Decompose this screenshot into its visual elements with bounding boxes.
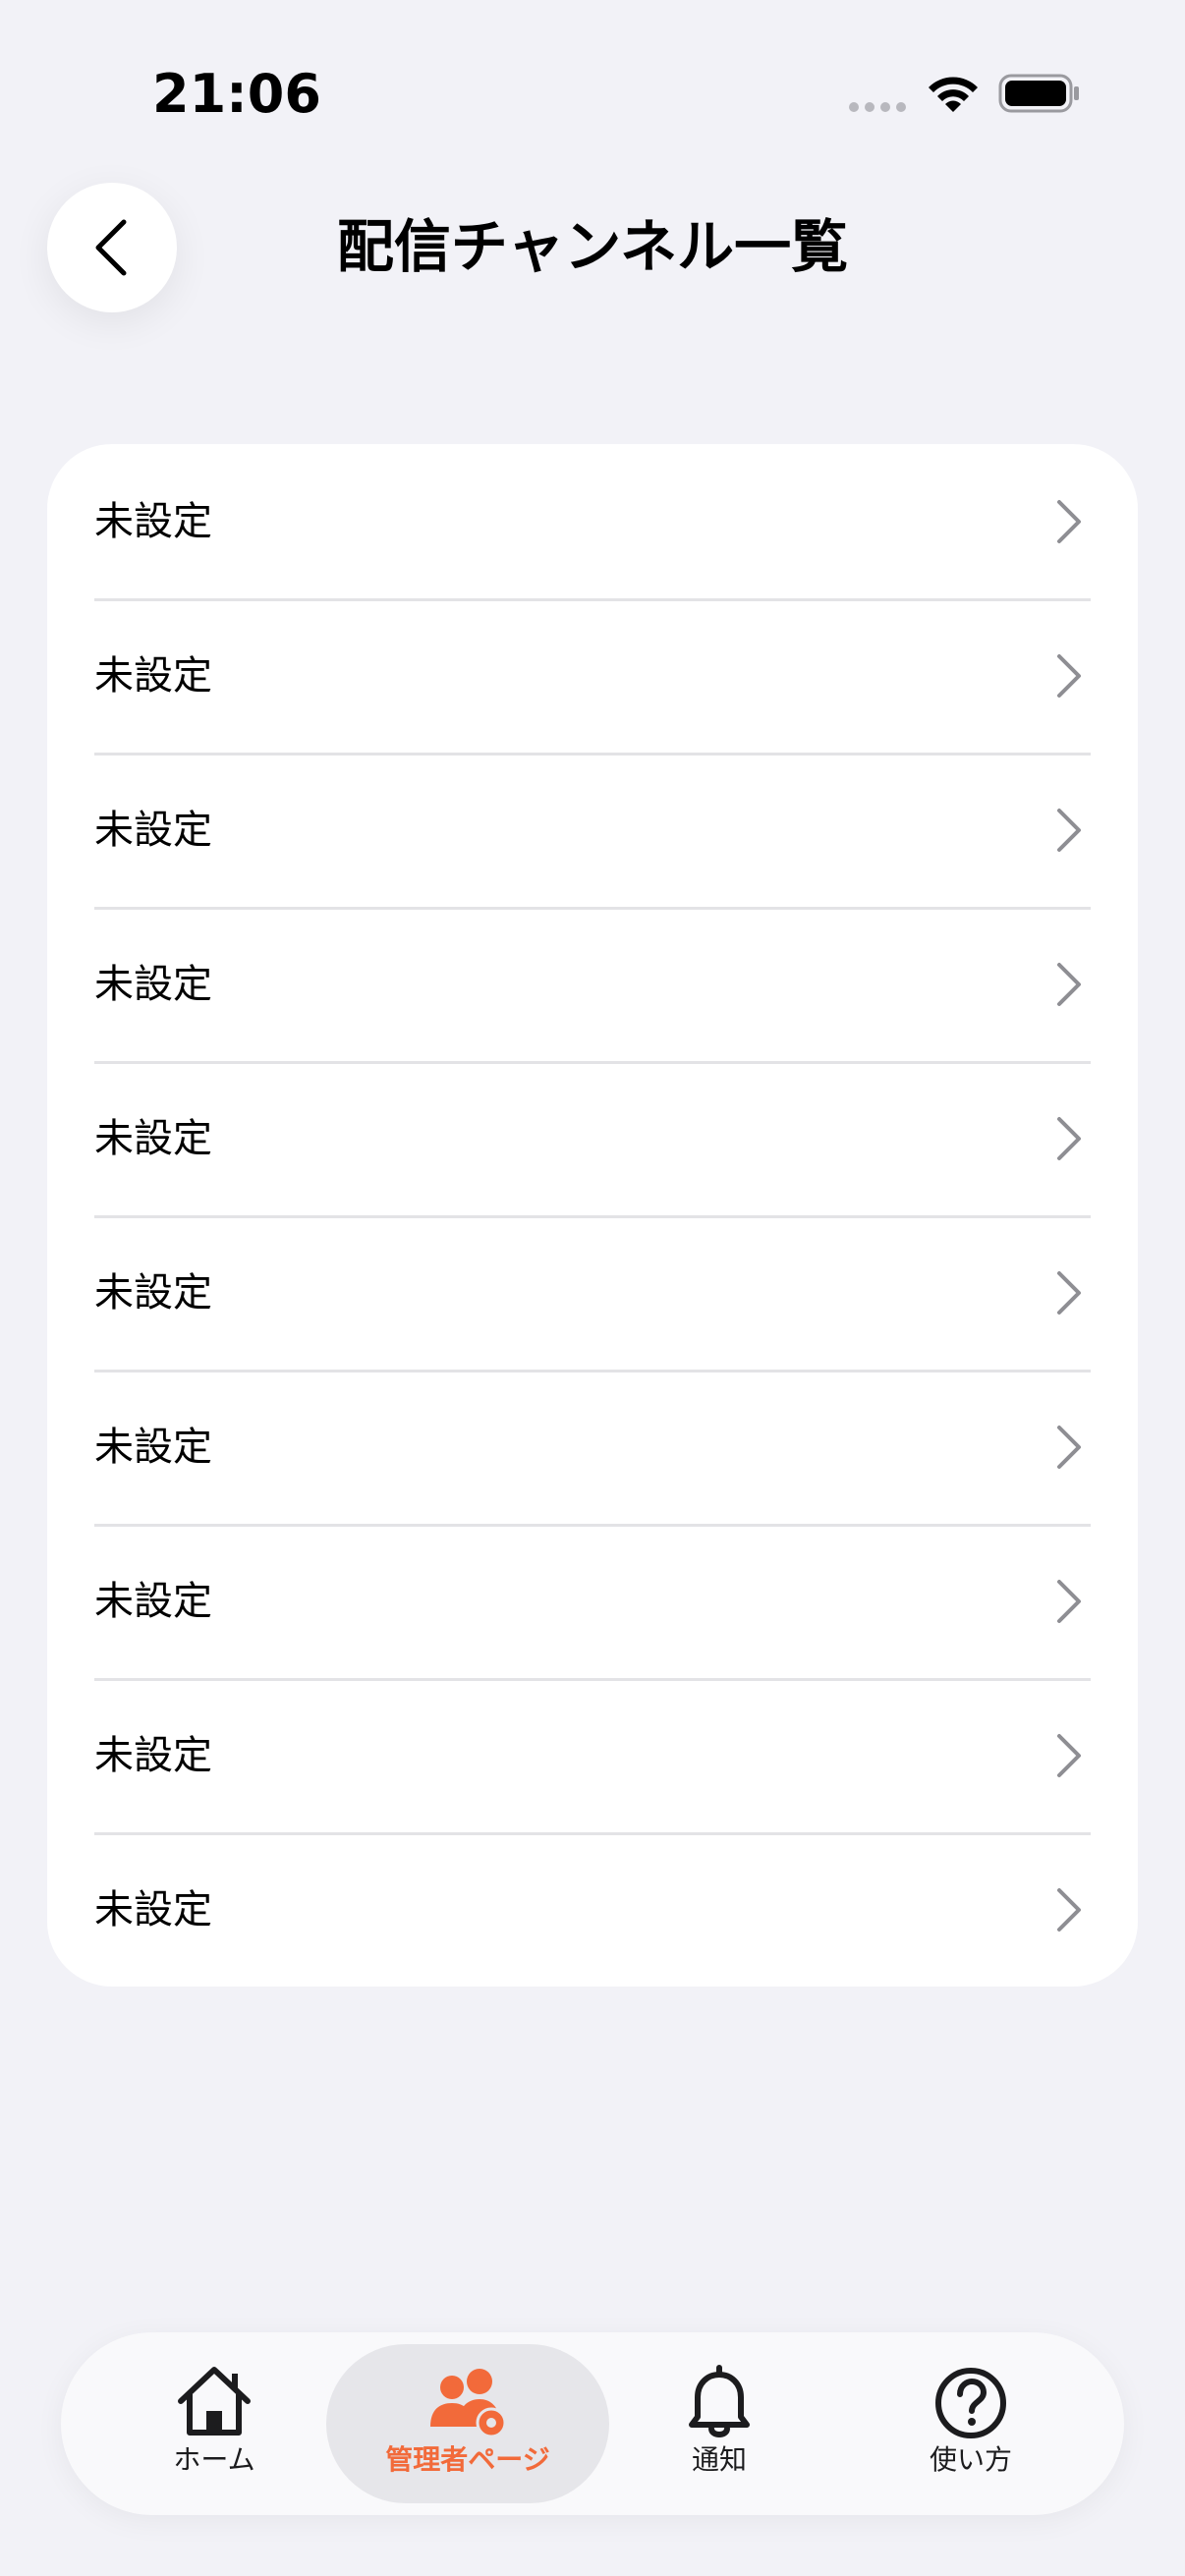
admin-users-gear-icon [430, 2369, 507, 2438]
chevron-right-icon [1057, 499, 1081, 543]
channel-list-item[interactable]: 未設定 [47, 1678, 1138, 1832]
battery-icon [998, 74, 1079, 113]
channel-label: 未設定 [94, 1269, 212, 1316]
cellular-signal-icon [849, 102, 906, 112]
chevron-right-icon [1057, 1425, 1081, 1469]
chevron-right-icon [1057, 653, 1081, 698]
chevron-right-icon [1057, 808, 1081, 852]
channel-label: 未設定 [94, 1115, 212, 1161]
channel-list-item[interactable]: 未設定 [47, 1215, 1138, 1370]
channel-label: 未設定 [94, 1424, 212, 1470]
chevron-right-icon [1057, 1270, 1081, 1315]
tab-label: 通知 [691, 2443, 747, 2476]
channel-label: 未設定 [94, 498, 212, 544]
chevron-right-icon [1057, 1887, 1081, 1932]
status-time: 21:06 [152, 63, 321, 125]
tab-admin[interactable]: 管理者ページ [326, 2344, 609, 2503]
tab-label: 使い方 [929, 2443, 1012, 2476]
tab-label: ホーム [173, 2443, 255, 2476]
chevron-right-icon [1057, 1116, 1081, 1160]
page-title: 配信チャンネル一覧 [336, 213, 849, 280]
chevron-right-icon [1057, 1579, 1081, 1623]
channel-label: 未設定 [94, 1732, 212, 1778]
chevron-right-icon [1057, 962, 1081, 1006]
channel-list-item[interactable]: 未設定 [47, 444, 1138, 598]
channel-list-item[interactable]: 未設定 [47, 907, 1138, 1061]
tab-home[interactable]: ホーム [73, 2344, 356, 2503]
channel-label: 未設定 [94, 652, 212, 699]
channel-list-item[interactable]: 未設定 [47, 1370, 1138, 1524]
channel-list: 未設定 未設定 未設定 未設定 未設定 未設定 未設定 未設定 未設定 未設定 [47, 444, 1138, 1987]
channel-list-item[interactable]: 未設定 [47, 1832, 1138, 1987]
tab-label: 管理者ページ [385, 2443, 550, 2476]
tab-help[interactable]: 使い方 [829, 2344, 1112, 2503]
channel-label: 未設定 [94, 961, 212, 1007]
tab-bar: ホーム 管理者ページ 通知 使い方 [61, 2332, 1124, 2515]
channel-list-item[interactable]: 未設定 [47, 1524, 1138, 1678]
channel-label: 未設定 [94, 807, 212, 853]
bell-icon [689, 2365, 750, 2437]
chevron-right-icon [1057, 1733, 1081, 1777]
channel-list-item[interactable]: 未設定 [47, 753, 1138, 907]
home-icon [178, 2367, 251, 2436]
channel-label: 未設定 [94, 1578, 212, 1624]
question-circle-icon [935, 2368, 1006, 2438]
channel-list-item[interactable]: 未設定 [47, 1061, 1138, 1215]
wifi-icon [929, 77, 978, 112]
channel-label: 未設定 [94, 1886, 212, 1932]
tab-notifications[interactable]: 通知 [578, 2344, 861, 2503]
channel-list-item[interactable]: 未設定 [47, 598, 1138, 753]
